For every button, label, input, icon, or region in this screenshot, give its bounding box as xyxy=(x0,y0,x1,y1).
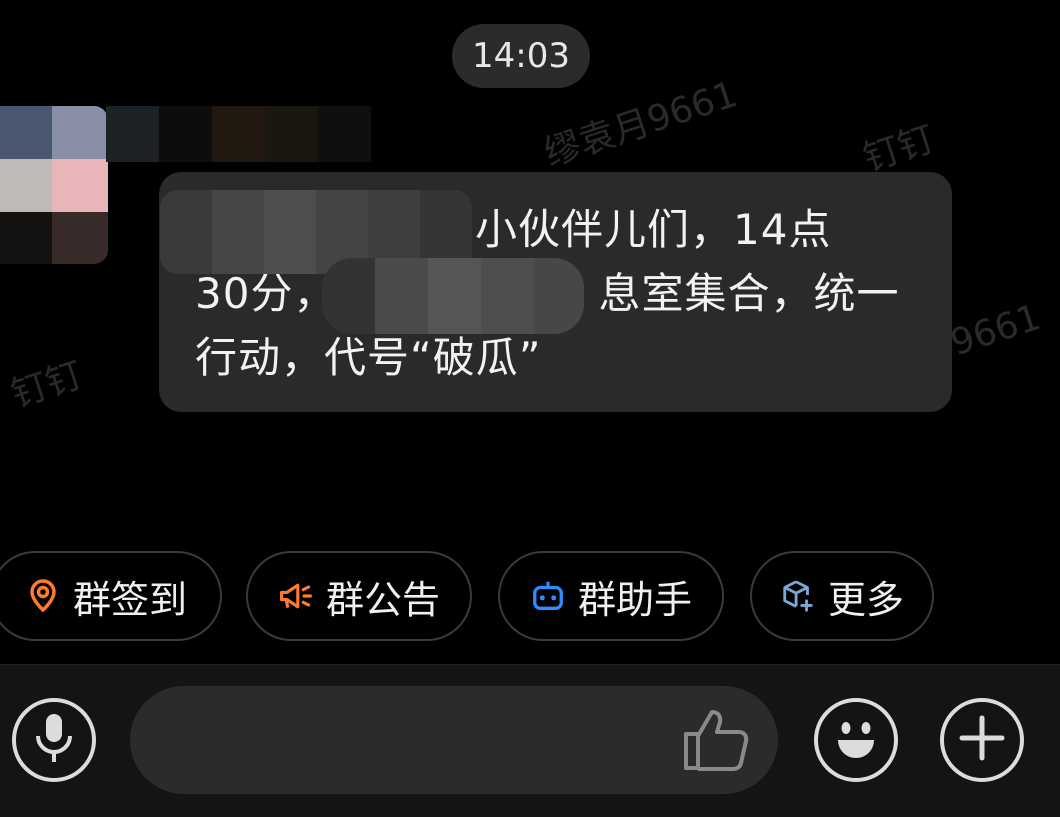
watermark-text: 钉钉 xyxy=(6,354,88,416)
sender-avatar[interactable] xyxy=(0,106,108,264)
chip-label: 群公告 xyxy=(325,577,440,622)
message-segment: 30分， xyxy=(195,269,337,318)
more-options-button[interactable] xyxy=(940,698,1024,782)
robot-icon xyxy=(530,578,566,614)
quick-action-assistant[interactable]: 群助手 xyxy=(498,551,724,641)
redacted-block xyxy=(322,258,584,334)
cube-plus-icon xyxy=(780,578,816,614)
chip-label: 群助手 xyxy=(577,577,692,622)
chip-label: 更多 xyxy=(827,577,904,622)
watermark-text: 9661 xyxy=(945,296,1046,365)
microphone-icon xyxy=(32,712,76,768)
quick-action-announcement[interactable]: 群公告 xyxy=(246,551,472,641)
message-segment: 息室集合，统一 xyxy=(598,269,900,318)
plus-icon xyxy=(958,714,1006,766)
smiley-icon xyxy=(826,708,886,772)
location-pin-icon xyxy=(25,578,61,614)
quick-action-more[interactable]: 更多 xyxy=(750,551,934,641)
message-timestamp: 14:03 xyxy=(452,24,590,88)
quick-action-check-in[interactable]: 群签到 xyxy=(0,551,222,641)
megaphone-icon xyxy=(278,578,314,614)
voice-input-button[interactable] xyxy=(12,698,96,782)
thumbs-up-icon[interactable] xyxy=(682,708,750,776)
chip-label: 群签到 xyxy=(72,577,187,622)
emoji-button[interactable] xyxy=(814,698,898,782)
message-input[interactable] xyxy=(130,686,778,794)
message-line: 行动，代号“破瓜” xyxy=(195,333,542,382)
sender-name-redacted xyxy=(106,106,372,162)
